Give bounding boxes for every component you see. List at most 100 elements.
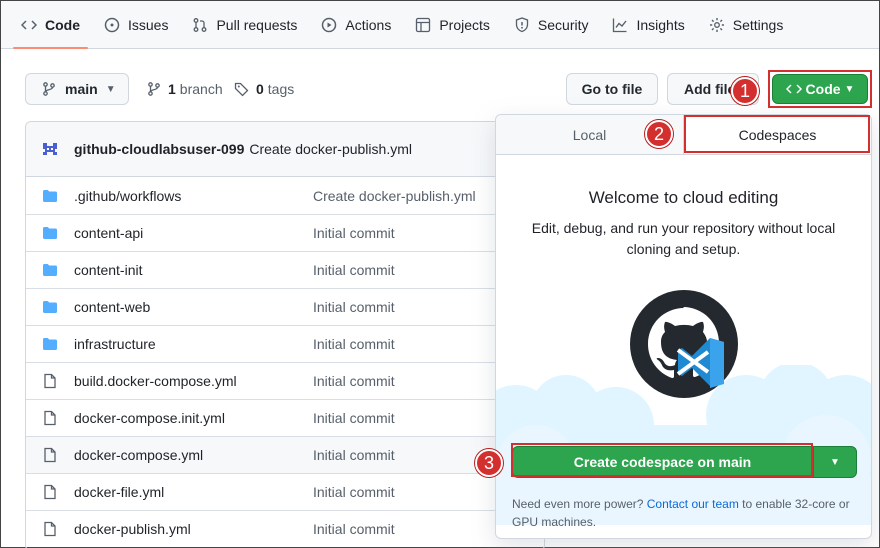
tab-actions[interactable]: Actions xyxy=(321,1,391,49)
branch-select-button[interactable]: main ▼ xyxy=(25,73,129,105)
file-name[interactable]: docker-compose.yml xyxy=(74,447,313,463)
file-commit-message[interactable]: Initial commit xyxy=(313,521,395,537)
file-commit-message[interactable]: Initial commit xyxy=(313,336,395,352)
folder-icon xyxy=(42,262,58,278)
welcome-section: Welcome to cloud editing Edit, debug, an… xyxy=(496,188,871,260)
chevron-down-icon: ▼ xyxy=(105,83,116,95)
folder-icon xyxy=(42,336,58,352)
code-dropdown-button[interactable]: Code ▼ xyxy=(772,74,868,104)
file-name[interactable]: content-web xyxy=(74,299,313,315)
tags-count: 0 xyxy=(256,81,264,97)
callout-badge-3: 3 xyxy=(475,449,503,477)
file-icon xyxy=(42,410,58,426)
file-name[interactable]: docker-file.yml xyxy=(74,484,313,500)
gear-icon xyxy=(709,17,725,33)
tab-projects-label: Projects xyxy=(439,16,490,33)
file-row[interactable]: docker-file.yml Initial commit xyxy=(26,473,544,510)
create-codespace-options-button[interactable]: ▼ xyxy=(813,446,857,478)
file-commit-message[interactable]: Initial commit xyxy=(313,410,395,426)
file-name[interactable]: content-init xyxy=(74,262,313,278)
tab-pull-requests-label: Pull requests xyxy=(216,16,298,33)
file-commit-message[interactable]: Initial commit xyxy=(313,262,395,278)
file-list: github-cloudlabsuser-099 Create docker-p… xyxy=(25,121,545,548)
tab-issues[interactable]: Issues xyxy=(104,1,168,49)
file-name[interactable]: docker-compose.init.yml xyxy=(74,410,313,426)
contact-team-link[interactable]: Contact our team xyxy=(647,497,739,511)
tab-insights-label: Insights xyxy=(636,16,685,33)
tab-actions-label: Actions xyxy=(345,16,392,33)
more-power-note: Need even more power? Contact our team t… xyxy=(512,495,857,531)
callout-badge-1: 1 xyxy=(731,77,759,105)
file-row[interactable]: content-init Initial commit xyxy=(26,251,544,288)
create-codespace-button[interactable]: Create codespace on main xyxy=(512,446,813,478)
git-branch-icon xyxy=(148,82,160,96)
tab-code-label: Code xyxy=(45,16,80,33)
welcome-text: Edit, debug, and run your repository wit… xyxy=(531,220,836,257)
chevron-down-icon: ▼ xyxy=(844,83,855,95)
tab-settings-label: Settings xyxy=(732,16,784,33)
code-dropdown-panel: Local Codespaces Welcome to cloud editin… xyxy=(495,114,872,539)
file-row[interactable]: content-web Initial commit xyxy=(26,288,544,325)
commit-author[interactable]: github-cloudlabsuser-099 xyxy=(74,141,244,157)
file-commit-message[interactable]: Initial commit xyxy=(313,373,395,389)
tab-pull-requests[interactable]: Pull requests xyxy=(192,1,297,49)
file-row[interactable]: content-api Initial commit xyxy=(26,214,544,251)
chevron-down-icon: ▼ xyxy=(830,456,840,468)
shield-icon xyxy=(514,16,530,33)
commit-message[interactable]: Create docker-publish.yml xyxy=(249,141,412,157)
file-name[interactable]: .github/workflows xyxy=(74,188,313,204)
welcome-title: Welcome to cloud editing xyxy=(588,188,779,207)
tag-icon xyxy=(234,82,249,97)
tab-security-label: Security xyxy=(537,16,589,33)
graph-icon xyxy=(612,17,628,33)
create-codespace-group: Create codespace on main ▼ xyxy=(512,446,857,478)
tags-link[interactable]: 0 tags xyxy=(234,73,294,105)
tab-projects[interactable]: Projects xyxy=(415,1,490,49)
code-button-label: Code xyxy=(805,81,841,97)
issue-opened-icon xyxy=(104,17,120,33)
folder-icon xyxy=(42,188,58,204)
git-branch-icon xyxy=(41,81,57,97)
file-icon xyxy=(42,521,58,537)
branches-link[interactable]: 1 branch xyxy=(146,73,223,105)
file-name[interactable]: content-api xyxy=(74,225,313,241)
file-row[interactable]: docker-publish.yml Initial commit xyxy=(26,510,544,547)
file-rows: .github/workflows Create docker-publish.y… xyxy=(26,177,544,547)
file-icon xyxy=(42,447,58,463)
tab-security[interactable]: Security xyxy=(514,1,589,49)
code-icon xyxy=(785,84,802,94)
file-commit-message[interactable]: Initial commit xyxy=(313,299,395,315)
file-commit-message[interactable]: Create docker-publish.yml xyxy=(313,188,476,204)
power-prefix: Need even more power? xyxy=(512,497,644,511)
go-to-file-button[interactable]: Go to file xyxy=(566,73,658,105)
folder-icon xyxy=(42,225,58,241)
file-icon xyxy=(42,373,58,389)
file-row[interactable]: build.docker-compose.yml Initial commit xyxy=(26,362,544,399)
file-icon xyxy=(42,484,58,500)
file-commit-message[interactable]: Initial commit xyxy=(313,225,395,241)
tab-issues-label: Issues xyxy=(128,16,169,33)
file-commit-message[interactable]: Initial commit xyxy=(313,447,395,463)
tab-settings[interactable]: Settings xyxy=(709,1,784,49)
code-icon xyxy=(21,17,37,33)
folder-icon xyxy=(42,299,58,315)
file-name[interactable]: docker-publish.yml xyxy=(74,521,313,537)
file-name[interactable]: infrastructure xyxy=(74,336,313,352)
branches-label: branch xyxy=(179,81,223,97)
file-commit-message[interactable]: Initial commit xyxy=(313,484,395,500)
git-pull-request-icon xyxy=(192,17,208,33)
tab-codespaces[interactable]: Codespaces xyxy=(683,115,871,154)
file-row[interactable]: docker-compose.yml Initial commit xyxy=(26,436,544,473)
tags-label: tags xyxy=(267,81,295,97)
branch-name: main xyxy=(65,81,98,97)
tab-insights[interactable]: Insights xyxy=(612,1,685,49)
tab-code[interactable]: Code xyxy=(13,1,88,49)
table-icon xyxy=(415,17,431,33)
callout-badge-2: 2 xyxy=(645,120,673,148)
panel-tabs: Local Codespaces xyxy=(496,115,871,155)
file-row[interactable]: docker-compose.init.yml Initial commit xyxy=(26,399,544,436)
file-name[interactable]: build.docker-compose.yml xyxy=(74,373,313,389)
file-row[interactable]: infrastructure Initial commit xyxy=(26,325,544,362)
file-row[interactable]: .github/workflows Create docker-publish.y… xyxy=(26,177,544,214)
play-icon xyxy=(321,17,337,33)
